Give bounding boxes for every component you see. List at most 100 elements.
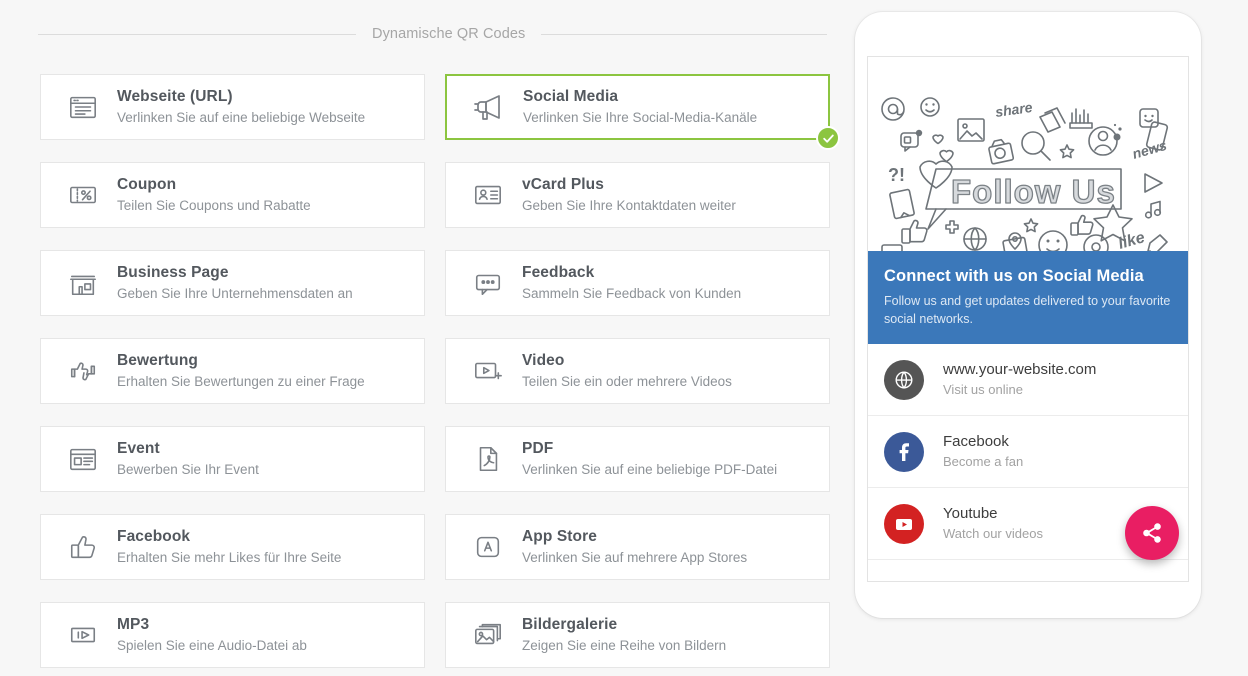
- qr-type-card-pdf[interactable]: PDF Verlinken Sie auf eine beliebige PDF-…: [445, 426, 830, 492]
- card-title: Coupon: [117, 176, 177, 193]
- card-subtitle: Geben Sie Ihre Kontaktdaten weiter: [522, 198, 736, 213]
- svg-text:?!: ?!: [888, 165, 905, 185]
- video-plus-icon: [468, 351, 508, 391]
- audio-play-icon: [63, 615, 103, 655]
- card-text: Video Teilen Sie ein oder mehrere Videos: [522, 351, 732, 391]
- globe-icon: [884, 359, 924, 400]
- qr-type-card-bildergalerie[interactable]: Bildergalerie Zeigen Sie eine Reihe von B…: [445, 602, 830, 668]
- card-title: Feedback: [522, 264, 595, 281]
- contact-card-icon: [468, 175, 508, 215]
- thumbs-updown-icon: [63, 351, 103, 391]
- phone-preview: share news ?! Follow Us like Connect wit…: [855, 12, 1201, 618]
- card-title: Bewertung: [117, 352, 198, 369]
- link-title: www.your-website.com: [943, 361, 1097, 378]
- qr-type-card-mp3[interactable]: MP3 Spielen Sie eine Audio-Datei ab: [40, 602, 425, 668]
- card-text: MP3 Spielen Sie eine Audio-Datei ab: [117, 615, 307, 655]
- page-root: Dynamische QR Codes Webseite (URL) Verlin…: [0, 0, 1248, 676]
- card-title: Webseite (URL): [117, 88, 233, 105]
- svg-text:share: share: [994, 99, 1033, 120]
- qr-type-card-vcard-plus[interactable]: vCard Plus Geben Sie Ihre Kontaktdaten we…: [445, 162, 830, 228]
- section-header: Dynamische QR Codes: [0, 22, 868, 46]
- card-title: vCard Plus: [522, 176, 604, 193]
- qr-type-card-business-page[interactable]: Business Page Geben Sie Ihre Unternehmens…: [40, 250, 425, 316]
- link-title: Facebook: [943, 433, 1009, 450]
- selected-check-badge: [816, 126, 840, 150]
- card-text: Coupon Teilen Sie Coupons und Rabatte: [117, 175, 311, 215]
- thumbs-up-icon: [63, 527, 103, 567]
- banner-title: Connect with us on Social Media: [884, 267, 1144, 285]
- svg-text:news: news: [1130, 137, 1168, 162]
- card-subtitle: Sammeln Sie Feedback von Kunden: [522, 286, 742, 301]
- card-title: MP3: [117, 616, 150, 633]
- card-title: Facebook: [117, 528, 191, 545]
- link-text: Facebook Become a fan: [943, 432, 1023, 471]
- card-text: Event Bewerben Sie Ihr Event: [117, 439, 259, 479]
- app-store-icon: [468, 527, 508, 567]
- preview-list-spacer: [868, 560, 1188, 581]
- storefront-icon: [63, 263, 103, 303]
- card-subtitle: Spielen Sie eine Audio-Datei ab: [117, 638, 307, 653]
- link-text: Youtube Watch our videos: [943, 504, 1043, 543]
- banner-subtitle: Follow us and get updates delivered to y…: [884, 294, 1171, 326]
- card-text: Business Page Geben Sie Ihre Unternehmens…: [117, 263, 353, 303]
- card-subtitle: Erhalten Sie mehr Likes für Ihre Seite: [117, 550, 342, 565]
- card-title: Event: [117, 440, 160, 457]
- qr-type-card-facebook[interactable]: Facebook Erhalten Sie mehr Likes für Ihre…: [40, 514, 425, 580]
- preview-banner: Connect with us on Social Media Follow u…: [868, 251, 1188, 344]
- card-text: vCard Plus Geben Sie Ihre Kontaktdaten we…: [522, 175, 736, 215]
- svg-text:Follow Us: Follow Us: [951, 173, 1116, 210]
- link-subtitle: Visit us online: [943, 382, 1023, 397]
- card-text: Social Media Verlinken Sie Ihre Social-Me…: [523, 87, 757, 127]
- coupon-percent-icon: [63, 175, 103, 215]
- qr-type-card-coupon[interactable]: Coupon Teilen Sie Coupons und Rabatte: [40, 162, 425, 228]
- card-subtitle: Verlinken Sie auf eine beliebige Webseit…: [117, 110, 366, 125]
- qr-type-card-app-store[interactable]: App Store Verlinken Sie auf mehrere App S…: [445, 514, 830, 580]
- card-title: Video: [522, 352, 565, 369]
- section-title: Dynamische QR Codes: [372, 26, 526, 42]
- svg-text:like: like: [1116, 229, 1146, 251]
- card-subtitle: Verlinken Sie Ihre Social-Media-Kanäle: [523, 110, 758, 125]
- card-title: PDF: [522, 440, 554, 457]
- share-fab-button[interactable]: [1125, 506, 1179, 560]
- check-icon: [822, 134, 834, 143]
- link-title: Youtube: [943, 505, 998, 522]
- card-text: Webseite (URL) Verlinken Sie auf eine bel…: [117, 87, 365, 127]
- qr-type-card-webseite-url[interactable]: Webseite (URL) Verlinken Sie auf eine bel…: [40, 74, 425, 140]
- follow-us-hero-image: share news ?! Follow Us like: [868, 57, 1188, 251]
- speech-bubble-icon: [468, 263, 508, 303]
- card-title: Bildergalerie: [522, 616, 618, 633]
- image-stack-icon: [468, 615, 508, 655]
- card-subtitle: Geben Sie Ihre Unternehmensdaten an: [117, 286, 353, 301]
- card-text: Bildergalerie Zeigen Sie eine Reihe von B…: [522, 615, 726, 655]
- card-text: Feedback Sammeln Sie Feedback von Kunden: [522, 263, 741, 303]
- browser-window-icon: [63, 87, 103, 127]
- qr-type-card-video[interactable]: Video Teilen Sie ein oder mehrere Videos: [445, 338, 830, 404]
- card-subtitle: Teilen Sie ein oder mehrere Videos: [522, 374, 732, 389]
- card-text: Facebook Erhalten Sie mehr Likes für Ihre…: [117, 527, 341, 567]
- qr-type-card-feedback[interactable]: Feedback Sammeln Sie Feedback von Kunden: [445, 250, 830, 316]
- qr-type-card-event[interactable]: Event Bewerben Sie Ihr Event: [40, 426, 425, 492]
- card-subtitle: Verlinken Sie auf eine beliebige PDF-Dat…: [522, 462, 778, 477]
- qr-type-card-bewertung[interactable]: Bewertung Erhalten Sie Bewertungen zu ein…: [40, 338, 425, 404]
- link-subtitle: Watch our videos: [943, 526, 1043, 541]
- phone-screen: share news ?! Follow Us like Connect wit…: [867, 56, 1189, 582]
- card-title: App Store: [522, 528, 597, 545]
- card-subtitle: Teilen Sie Coupons und Rabatte: [117, 198, 311, 213]
- event-page-icon: [63, 439, 103, 479]
- card-title: Social Media: [523, 88, 619, 105]
- preview-link-row-facebook[interactable]: Facebook Become a fan: [868, 416, 1188, 488]
- hero-doodle-illustration: share news ?! Follow Us like: [881, 97, 1169, 251]
- link-text: www.your-website.com Visit us online: [943, 360, 1096, 399]
- card-subtitle: Bewerben Sie Ihr Event: [117, 462, 259, 477]
- divider-left: [38, 33, 356, 35]
- card-text: PDF Verlinken Sie auf eine beliebige PDF-…: [522, 439, 777, 479]
- card-text: Bewertung Erhalten Sie Bewertungen zu ein…: [117, 351, 365, 391]
- facebook-icon: [884, 431, 924, 472]
- megaphone-icon: [469, 87, 509, 127]
- qr-type-card-social-media[interactable]: Social Media Verlinken Sie Ihre Social-Me…: [445, 74, 840, 150]
- card-subtitle: Zeigen Sie eine Reihe von Bildern: [522, 638, 727, 653]
- preview-link-row-website[interactable]: www.your-website.com Visit us online: [868, 344, 1188, 416]
- card-subtitle: Erhalten Sie Bewertungen zu einer Frage: [117, 374, 365, 389]
- card-subtitle: Verlinken Sie auf mehrere App Stores: [522, 550, 748, 565]
- divider-right: [541, 33, 828, 35]
